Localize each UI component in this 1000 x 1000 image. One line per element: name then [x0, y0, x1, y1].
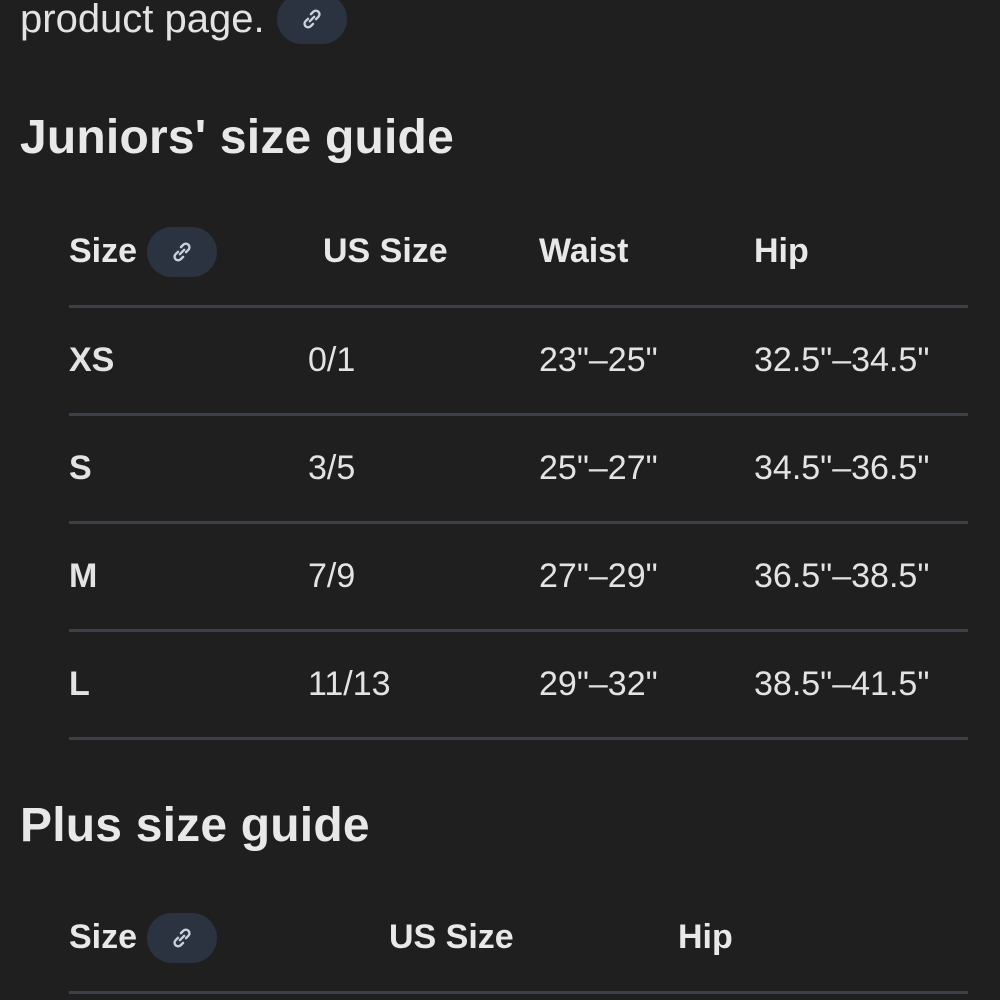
plus-size-guide-heading: Plus size guide [20, 799, 370, 852]
header-waist: Waist [539, 232, 629, 270]
table-row: M 7/9 27"–29" 36.5"–38.5" [69, 524, 968, 632]
cell-us-size: 7/9 [308, 557, 356, 595]
link-icon [303, 9, 321, 29]
table-row: L 11/13 29"–32" 38.5"–41.5" [69, 632, 968, 740]
link-button[interactable] [276, 0, 347, 44]
cell-us-size: 11/13 [308, 665, 391, 703]
cell-us-size: 0/1 [308, 341, 356, 379]
header-us-size: US Size [389, 918, 514, 956]
cell-size: S [69, 449, 92, 487]
cell-waist: 23"–25" [539, 341, 658, 379]
intro-label: product page. [20, 0, 265, 41]
cell-us-size: 3/5 [308, 449, 356, 487]
plus-size-table: Size US Size Hip [69, 884, 968, 994]
cell-waist: 27"–29" [539, 557, 658, 595]
cell-hip: 36.5"–38.5" [754, 557, 930, 595]
link-icon [173, 242, 191, 261]
header-size: Size [69, 884, 218, 991]
link-icon [173, 928, 191, 947]
cell-hip: 38.5"–41.5" [754, 665, 930, 703]
header-hip: Hip [754, 232, 809, 270]
cell-waist: 29"–32" [539, 665, 658, 703]
table-header-row: Size US Size Waist Hip [69, 198, 968, 308]
cell-size: XS [69, 341, 115, 379]
header-hip: Hip [678, 918, 733, 956]
table-row: S 3/5 25"–27" 34.5"–36.5" [69, 416, 968, 524]
juniors-size-guide-heading: Juniors' size guide [20, 111, 454, 164]
size-link-button[interactable] [147, 912, 218, 963]
cell-hip: 32.5"–34.5" [754, 341, 930, 379]
header-size-label: Size [69, 232, 138, 270]
table-header-row: Size US Size Hip [69, 884, 968, 994]
juniors-size-table: Size US Size Waist Hip XS 0/1 23"–25" 32… [69, 198, 968, 740]
table-row: XS 0/1 23"–25" 32.5"–34.5" [69, 308, 968, 416]
cell-size: L [69, 665, 90, 703]
cell-hip: 34.5"–36.5" [754, 449, 930, 487]
size-link-button[interactable] [147, 226, 218, 277]
intro-text: product page. [20, 0, 347, 44]
cell-size: M [69, 557, 98, 595]
header-us-size: US Size [323, 232, 448, 270]
header-size: Size [69, 198, 218, 305]
header-size-label: Size [69, 918, 138, 956]
cell-waist: 25"–27" [539, 449, 658, 487]
